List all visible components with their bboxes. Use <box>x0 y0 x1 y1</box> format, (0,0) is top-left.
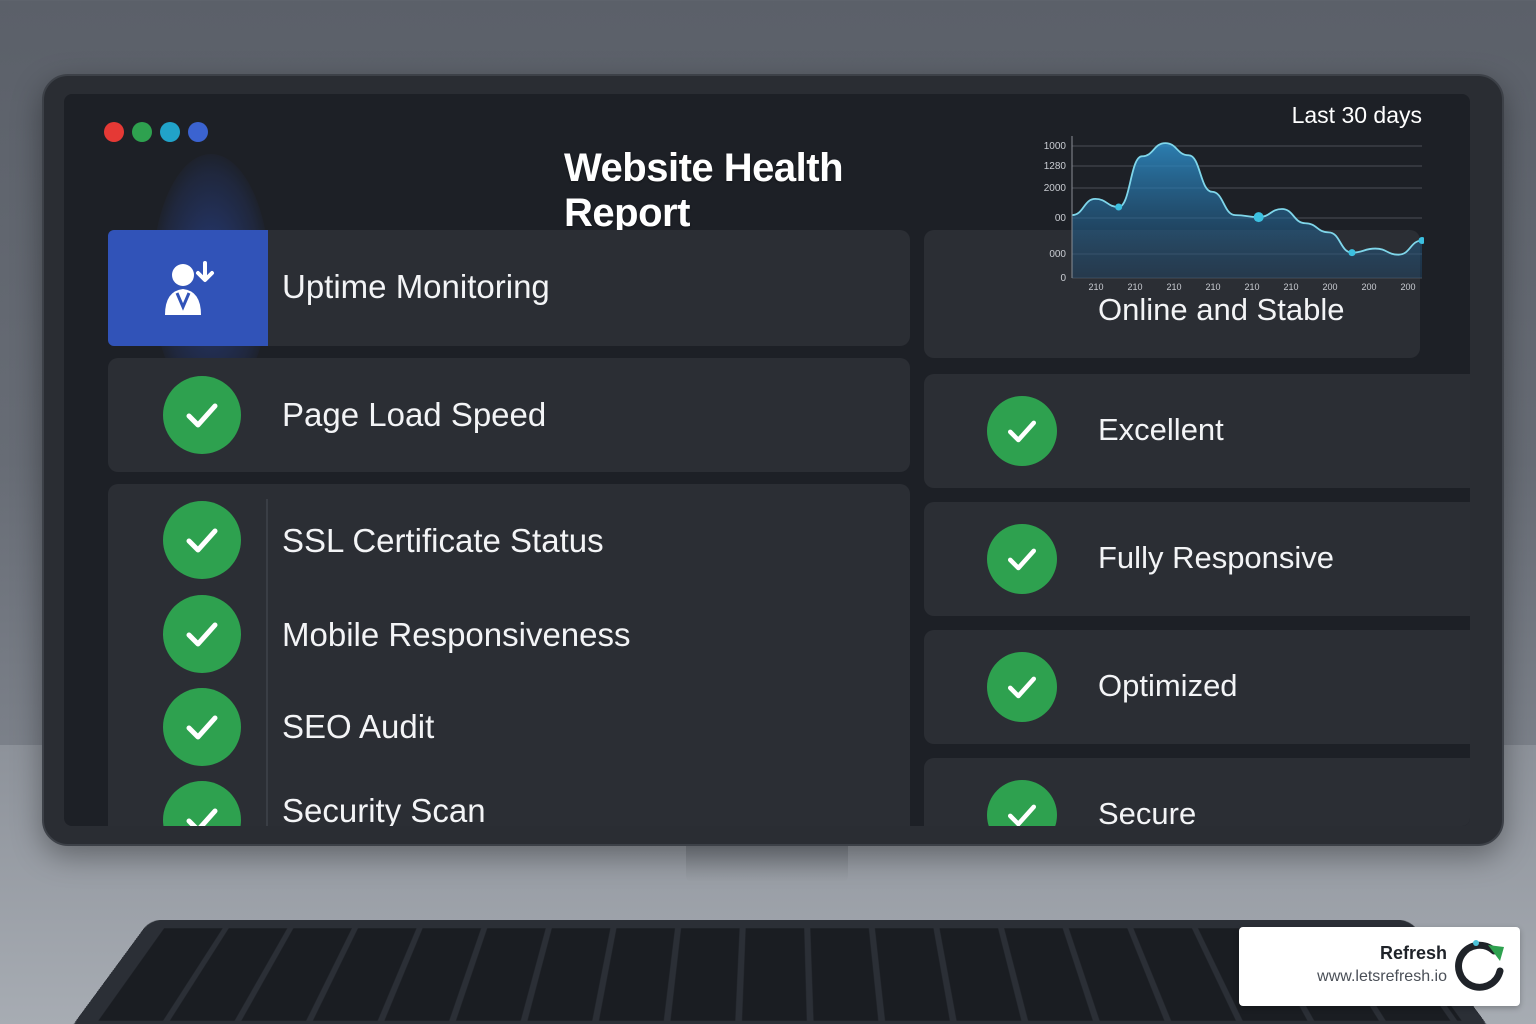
chart-ytick-label: 1000 <box>1044 141 1067 152</box>
window-dot-blue[interactable] <box>188 122 208 142</box>
refresh-logo-icon <box>1455 940 1504 991</box>
mobile-label[interactable]: Mobile Responsiveness <box>282 616 631 654</box>
screen: Website Health Report Uptime Monitoring … <box>64 94 1470 826</box>
mobile-status: Optimized <box>1098 668 1238 703</box>
window-dot-red[interactable] <box>104 122 124 142</box>
chart-xtick-label: 210 <box>1088 282 1103 292</box>
page-title: Website Health Report <box>564 146 844 235</box>
uptime-chart-svg: 100012802000000000210 210 210 210 210 210 200 2… <box>1044 136 1426 292</box>
brand-url: www.letsrefresh.io <box>1317 968 1447 985</box>
brand-badge[interactable]: Refresh www.letsrefresh.io <box>1239 927 1520 1006</box>
speed-status: Excellent <box>1098 412 1224 447</box>
check-icon <box>987 396 1057 466</box>
security-label[interactable]: Security Scan <box>282 792 486 826</box>
chart-ytick-label: 0 <box>1060 273 1066 284</box>
ssl-status: Fully Responsive <box>1098 540 1335 575</box>
chart-xtick-label: 210 <box>1127 282 1142 292</box>
chart-xtick-label: 210 <box>1205 282 1220 292</box>
chart-ytick-label: 00 <box>1055 213 1067 224</box>
seo-label[interactable]: SEO Audit <box>282 708 434 746</box>
chart-ytick-label: 2000 <box>1044 183 1067 194</box>
chart-point <box>1115 203 1123 211</box>
check-icon <box>163 376 241 454</box>
check-icon <box>987 652 1057 722</box>
chart-point <box>1253 212 1264 223</box>
chart-area <box>1072 143 1422 278</box>
chart-xtick-label: 200 <box>1361 282 1376 292</box>
checks-divider <box>266 499 268 826</box>
chart-xtick-label: 210 <box>1283 282 1298 292</box>
check-icon <box>987 524 1057 594</box>
chart-xtick-label: 210 <box>1166 282 1181 292</box>
chart-xtick-label: 200 <box>1400 282 1415 292</box>
window-controls <box>104 122 208 142</box>
seo-status: Secure <box>1098 796 1197 826</box>
user-download-icon <box>165 261 214 315</box>
check-icon <box>163 501 241 579</box>
brand-name: Refresh <box>1379 943 1447 963</box>
chart-title: Last 30 days <box>1291 102 1422 128</box>
uptime-label: Uptime Monitoring <box>282 268 550 305</box>
check-icon <box>163 688 241 766</box>
check-icon <box>163 595 241 673</box>
window-dot-teal[interactable] <box>160 122 180 142</box>
page-speed-label: Page Load Speed <box>282 396 547 433</box>
uptime-chart: 1000 1280 2000 00 000 0 210 210 210 210 210 210 200 2… <box>1024 102 1426 292</box>
chart-xtick-label: 210 <box>1244 282 1259 292</box>
uptime-icon-block <box>108 230 268 346</box>
ssl-label[interactable]: SSL Certificate Status <box>282 522 604 560</box>
chart-point <box>1348 249 1356 257</box>
window-dot-green[interactable] <box>132 122 152 142</box>
chart-ytick-label: 1280 <box>1044 161 1067 172</box>
chart-xtick-label: 200 <box>1322 282 1337 292</box>
chart-ytick-label: 000 <box>1049 249 1066 260</box>
uptime-status: Online and Stable <box>1098 292 1345 327</box>
